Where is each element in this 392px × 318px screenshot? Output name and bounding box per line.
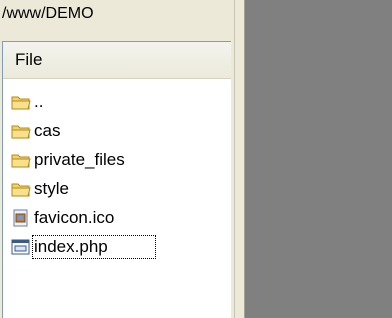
list-item-label: .. (34, 91, 44, 111)
folder-icon (11, 93, 31, 111)
list-item-parent-folder[interactable]: .. (3, 87, 231, 116)
list-item-label: cas (34, 120, 61, 140)
list-item-folder-style[interactable]: style (3, 174, 231, 203)
list-item-folder-private-files[interactable]: private_files (3, 145, 231, 174)
folder-icon (11, 151, 31, 169)
image-file-icon (11, 209, 31, 227)
file-column-header[interactable]: File (3, 42, 231, 79)
list-item-file-favicon[interactable]: favicon.ico (3, 203, 231, 232)
list-item-label: index.php (32, 234, 156, 259)
list-item-folder-cas[interactable]: cas (3, 116, 231, 145)
folder-icon (11, 180, 31, 198)
file-list: .. cas private_files style favicon.ico i… (3, 87, 231, 261)
current-path: /www/DEMO (0, 0, 234, 28)
list-item-file-index[interactable]: index.php (3, 232, 231, 261)
list-item-label: private_files (34, 149, 125, 169)
pane-splitter[interactable] (234, 0, 245, 318)
right-pane (245, 0, 392, 318)
left-pane: /www/DEMO File .. cas private_files styl… (0, 0, 234, 318)
list-item-label: style (34, 178, 69, 198)
php-file-icon (11, 238, 31, 256)
file-panel: File .. cas private_files style favicon.… (2, 41, 231, 318)
list-item-label: favicon.ico (34, 207, 115, 227)
folder-icon (11, 122, 31, 140)
